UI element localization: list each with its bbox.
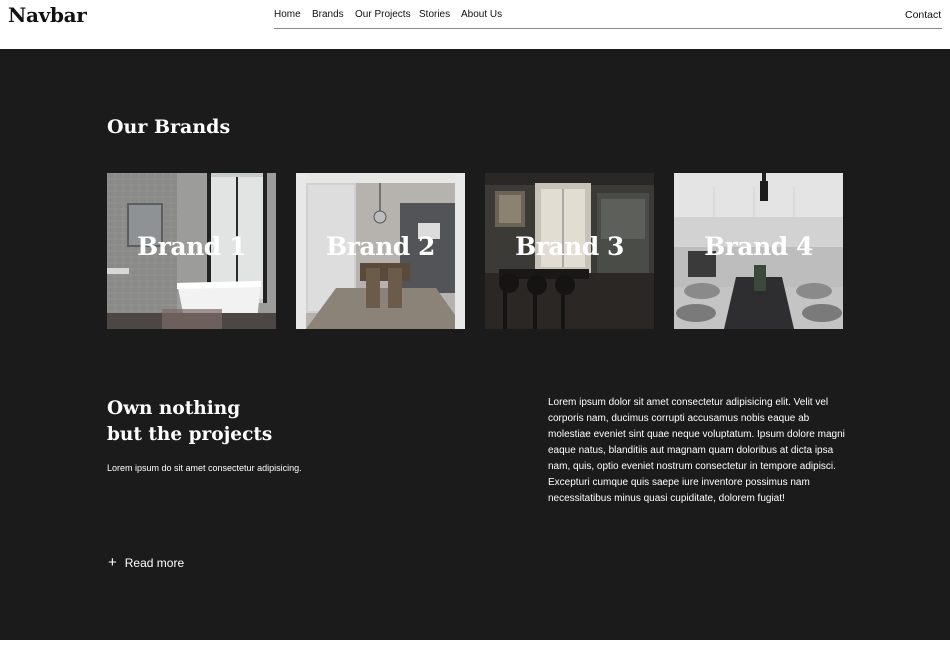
brand-card-1[interactable]: Brand 1	[107, 173, 276, 329]
nav-link-brands[interactable]: Brands	[312, 9, 344, 20]
brand-card-2[interactable]: Brand 2	[296, 173, 465, 329]
tagline-line-2: but the projects	[107, 424, 273, 445]
section-title: Our Brands	[107, 116, 231, 138]
brand-card-4[interactable]: Brand 4	[674, 173, 843, 329]
brand-card-3[interactable]: Brand 3	[485, 173, 654, 329]
nav-link-about-us[interactable]: About Us	[461, 9, 502, 20]
nav-link-contact[interactable]: Contact	[905, 9, 941, 21]
nav-link-home[interactable]: Home	[274, 9, 301, 20]
navbar: Navbar Home Brands Our Projects Stories …	[0, 0, 950, 49]
brands-section: Our Brands Brand 1 Brand 2 Brand 3 Brand…	[0, 49, 950, 640]
read-more-button[interactable]: + Read more	[108, 555, 184, 570]
nav-links: Home Brands Our Projects Stories About U…	[274, 0, 942, 29]
brand-label-2: Brand 2	[326, 232, 435, 261]
tagline-line-1: Own nothing	[107, 398, 241, 419]
plus-icon: +	[108, 554, 117, 571]
about-paragraph: Lorem ipsum dolor sit amet consectetur a…	[548, 397, 845, 504]
brand-label-1: Brand 1	[137, 232, 246, 261]
tagline-subtext: Lorem ipsum do sit amet consectetur adip…	[107, 463, 302, 473]
site-logo[interactable]: Navbar	[8, 3, 87, 27]
brand-label-4: Brand 4	[704, 232, 813, 261]
read-more-label: Read more	[124, 555, 185, 570]
brand-label-3: Brand 3	[515, 232, 624, 261]
nav-link-stories[interactable]: Stories	[419, 9, 450, 20]
nav-link-our-projects[interactable]: Our Projects	[355, 9, 411, 20]
tagline-heading: Own nothing but the projects	[107, 396, 272, 448]
footer-strip	[0, 640, 950, 660]
